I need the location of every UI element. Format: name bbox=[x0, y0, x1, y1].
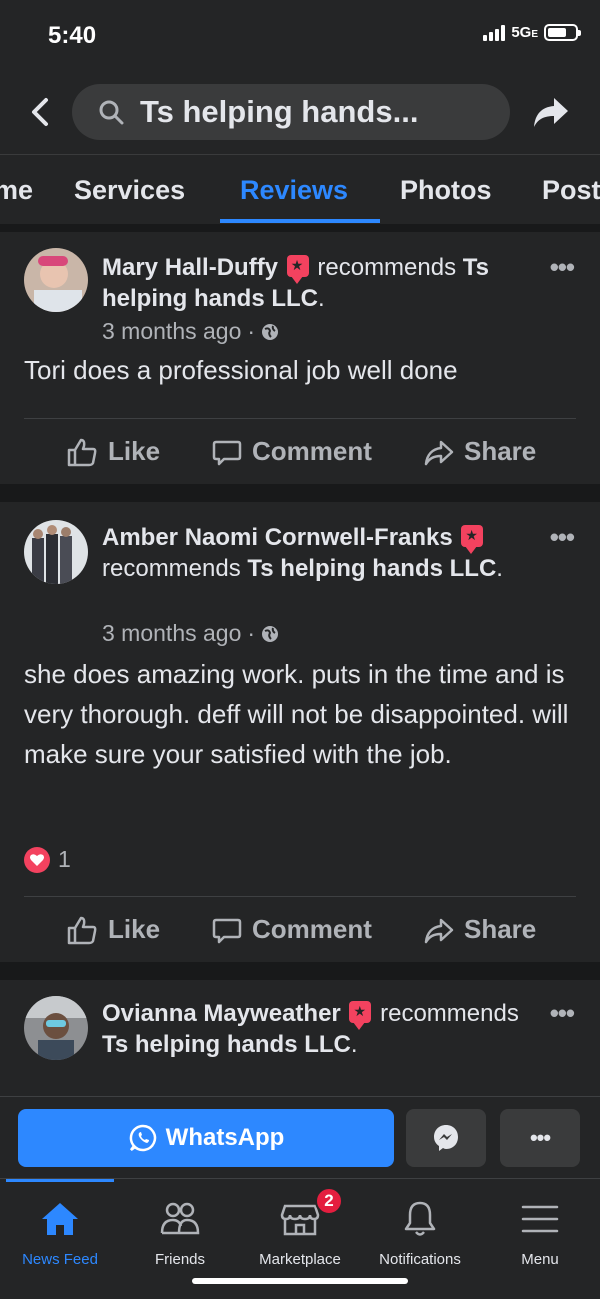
search-query: Ts helping hands... bbox=[140, 94, 419, 129]
globe-icon bbox=[262, 625, 279, 642]
comment-icon bbox=[212, 440, 242, 465]
active-nav-indicator bbox=[6, 1179, 114, 1182]
review-card: Ovianna Mayweather recommends Ts helping… bbox=[0, 980, 600, 1096]
divider bbox=[24, 896, 576, 897]
comment-icon bbox=[212, 918, 242, 943]
review-text: she does amazing work. puts in the time … bbox=[24, 659, 569, 769]
reviewer-name[interactable]: Amber Naomi Cornwell-Franks bbox=[102, 524, 453, 551]
tab-posts[interactable]: Post bbox=[542, 175, 600, 206]
contact-bar: WhatsApp ••• bbox=[0, 1096, 600, 1178]
reviewer-name[interactable]: Ovianna Mayweather bbox=[102, 1000, 341, 1027]
status-bar: 5:40 5GE bbox=[0, 0, 600, 72]
share-arrow-icon[interactable] bbox=[530, 92, 572, 132]
friends-icon bbox=[160, 1202, 200, 1235]
reviewer-line: Ovianna Mayweather recommends Ts helping… bbox=[102, 998, 542, 1060]
recommend-badge-icon bbox=[349, 1001, 372, 1030]
like-button[interactable]: Like bbox=[66, 914, 160, 945]
whatsapp-label: WhatsApp bbox=[165, 1124, 285, 1151]
review-text: Tori does a professional job well done bbox=[24, 355, 458, 385]
share-icon bbox=[424, 918, 454, 943]
hamburger-menu-icon bbox=[521, 1205, 559, 1233]
signal-icon bbox=[483, 24, 506, 41]
more-dots-icon: ••• bbox=[529, 1125, 551, 1150]
nav-menu[interactable]: Menu bbox=[480, 1179, 600, 1279]
review-time: 3 months ago bbox=[102, 620, 242, 646]
tab-home[interactable]: me bbox=[0, 175, 33, 206]
messenger-button[interactable] bbox=[406, 1109, 486, 1167]
active-tab-indicator bbox=[220, 219, 380, 223]
reviewer-line: Mary Hall-Duffy recommends Ts helping ha… bbox=[102, 252, 542, 314]
reviewer-name[interactable]: Mary Hall-Duffy bbox=[102, 254, 278, 281]
whatsapp-button[interactable]: WhatsApp bbox=[18, 1109, 394, 1167]
review-meta: 3 months ago · bbox=[102, 620, 279, 647]
messenger-icon bbox=[434, 1125, 458, 1151]
tab-reviews[interactable]: Reviews bbox=[240, 175, 348, 206]
reaction-summary[interactable]: 1 bbox=[24, 846, 71, 873]
status-time: 5:40 bbox=[48, 22, 97, 49]
marketplace-badge: 2 bbox=[315, 1187, 343, 1215]
network-label: 5GE bbox=[511, 24, 538, 41]
more-options-icon[interactable]: ••• bbox=[550, 998, 575, 1029]
battery-icon bbox=[544, 24, 581, 41]
more-contact-button[interactable]: ••• bbox=[500, 1109, 580, 1167]
more-options-icon[interactable]: ••• bbox=[550, 252, 575, 283]
review-time: 3 months ago bbox=[102, 318, 242, 344]
reviewer-line: Amber Naomi Cornwell-Franks recommends T… bbox=[102, 522, 542, 584]
share-button[interactable]: Share bbox=[424, 914, 536, 945]
thumbs-up-icon bbox=[67, 916, 97, 944]
nav-marketplace[interactable]: 2 Marketplace bbox=[240, 1179, 360, 1279]
status-right: 5GE bbox=[483, 24, 581, 41]
comment-button[interactable]: Comment bbox=[212, 436, 372, 467]
home-icon bbox=[42, 1203, 78, 1235]
avatar[interactable] bbox=[24, 996, 88, 1060]
heart-reaction-icon bbox=[24, 846, 50, 873]
reaction-count: 1 bbox=[58, 846, 71, 872]
nav-notifications[interactable]: Notifications bbox=[360, 1179, 480, 1279]
share-button[interactable]: Share bbox=[424, 436, 536, 467]
review-actions: Like Comment Share bbox=[0, 422, 600, 482]
thumbs-up-icon bbox=[67, 438, 97, 466]
home-indicator bbox=[192, 1278, 408, 1284]
like-button[interactable]: Like bbox=[66, 436, 160, 467]
review-meta: 3 months ago · bbox=[102, 318, 279, 345]
globe-icon bbox=[262, 323, 279, 340]
recommend-badge-icon bbox=[461, 525, 484, 554]
avatar[interactable] bbox=[24, 248, 88, 312]
bell-icon bbox=[404, 1201, 436, 1236]
review-card: Amber Naomi Cornwell-Franks recommends T… bbox=[0, 502, 600, 962]
more-options-icon[interactable]: ••• bbox=[550, 522, 575, 553]
review-card: Mary Hall-Duffy recommends Ts helping ha… bbox=[0, 232, 600, 484]
share-icon bbox=[424, 440, 454, 465]
recommend-verb: recommends bbox=[102, 555, 241, 582]
page-name[interactable]: Ts helping hands LLC bbox=[102, 1031, 351, 1058]
review-actions: Like Comment Share bbox=[0, 900, 600, 960]
marketplace-icon bbox=[280, 1204, 320, 1236]
divider bbox=[24, 418, 576, 419]
recommend-verb: recommends bbox=[317, 254, 457, 281]
page-name[interactable]: Ts helping hands LLC bbox=[247, 555, 496, 582]
recommend-verb: recommends bbox=[380, 1000, 519, 1027]
search-bar[interactable]: Ts helping hands... bbox=[72, 84, 510, 140]
recommend-badge-icon bbox=[286, 255, 309, 284]
tab-bar: me Services Reviews Photos Post bbox=[0, 154, 600, 224]
search-icon bbox=[99, 100, 124, 125]
comment-button[interactable]: Comment bbox=[212, 914, 372, 945]
nav-friends[interactable]: Friends bbox=[120, 1179, 240, 1279]
avatar[interactable] bbox=[24, 520, 88, 584]
tab-services[interactable]: Services bbox=[74, 175, 185, 206]
page-header: Ts helping hands... bbox=[0, 72, 600, 154]
whatsapp-icon bbox=[129, 1124, 156, 1152]
back-arrow-icon[interactable] bbox=[22, 92, 58, 132]
nav-news-feed[interactable]: News Feed bbox=[0, 1179, 120, 1279]
tab-photos[interactable]: Photos bbox=[400, 175, 492, 206]
